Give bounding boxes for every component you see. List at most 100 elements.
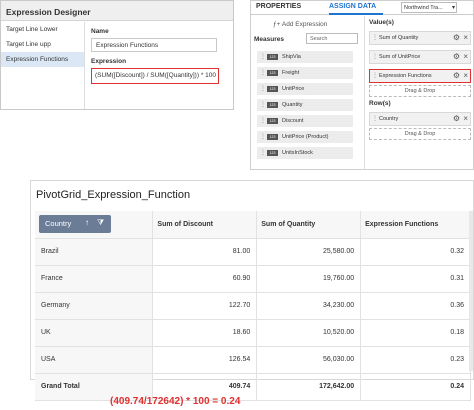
close-icon[interactable]: × [463, 114, 468, 123]
measure-field[interactable]: ⋮ 123 UnitPrice (Product) [257, 131, 353, 143]
value-chip-label: Sum of Quantity [379, 35, 419, 41]
function-icon: ƒ+ [273, 21, 281, 28]
measure-field[interactable]: ⋮ 123 Discount [257, 115, 353, 127]
cell[interactable]: 19,760.00 [256, 265, 362, 293]
drag-handle-icon: ⋮ [260, 150, 266, 156]
measure-field[interactable]: ⋮ 123 Quantity [257, 99, 353, 111]
drag-handle-icon: ⋮ [372, 73, 378, 79]
pivot-header-row: Country ↑ ⧩ Sum of Discount Sum of Quant… [35, 211, 471, 239]
country-field-button[interactable]: Country ↑ ⧩ [39, 215, 111, 234]
expression-list-item[interactable]: Target Line Lower [1, 22, 84, 37]
cell[interactable]: 0.31 [360, 265, 471, 293]
value-chip[interactable]: ⋮ Sum of Quantity ⚙ × [369, 31, 471, 45]
measure-name: Quantity [282, 102, 303, 108]
expression-list: Target Line Lower Target Line upp Expres… [1, 22, 85, 109]
expression-list-item[interactable]: Target Line upp [1, 37, 84, 52]
numeric-type-icon: 123 [267, 86, 278, 92]
measure-name: UnitsInStock [282, 150, 313, 156]
sort-arrow-icon[interactable]: ↑ [85, 218, 89, 227]
name-field[interactable]: Expression Functions [91, 38, 217, 52]
filter-icon[interactable]: ⧩ [97, 218, 104, 228]
cell[interactable]: 0.32 [360, 238, 471, 266]
close-icon[interactable]: × [463, 33, 468, 42]
measure-name: ShipVia [282, 54, 301, 60]
row-label: Germany [35, 292, 154, 320]
measure-name: Freight [282, 70, 300, 76]
values-label: Value(s) [369, 19, 394, 26]
table-row: UK 18.60 10,520.00 0.18 [35, 319, 471, 347]
row-label: France [35, 265, 154, 293]
measure-field[interactable]: ⋮ 123 UnitPrice [257, 83, 353, 95]
gear-icon[interactable]: ⚙ [453, 52, 460, 61]
cell[interactable]: 122.70 [152, 292, 258, 320]
datasource-dropdown[interactable]: Northwind Tra... ▾ [401, 2, 457, 13]
expression-field[interactable]: (SUM([Discount]) / SUM([Quantity])) * 10… [91, 68, 219, 84]
gear-icon[interactable]: ⚙ [453, 114, 460, 123]
cell[interactable]: 172,642.00 [256, 373, 362, 401]
column-header[interactable]: Sum of Quantity [256, 211, 362, 239]
values-drop-zone[interactable]: Drag & Drop [369, 85, 471, 97]
close-icon[interactable]: × [463, 71, 468, 80]
numeric-type-icon: 123 [267, 102, 278, 108]
gear-icon[interactable]: ⚙ [453, 71, 460, 80]
cell[interactable]: 0.18 [360, 319, 471, 347]
measure-field[interactable]: ⋮ 123 ShipVia [257, 51, 353, 63]
column-header[interactable]: Sum of Discount [152, 211, 258, 239]
add-expression-button[interactable]: ƒ+ Add Expression [273, 21, 364, 28]
pivot-table: Country ↑ ⧩ Sum of Discount Sum of Quant… [35, 211, 471, 401]
cell[interactable]: 34,230.00 [256, 292, 362, 320]
value-chip-highlighted[interactable]: ⋮ Expression Functions ⚙ × [369, 69, 471, 83]
cell[interactable]: 126.54 [152, 346, 258, 374]
numeric-type-icon: 123 [267, 54, 278, 60]
row-chip-label: Country [379, 116, 399, 122]
drag-handle-icon: ⋮ [372, 116, 378, 122]
expression-list-item-selected[interactable]: Expression Functions [1, 52, 84, 67]
tab-assign-data[interactable]: ASSIGN DATA [329, 3, 383, 15]
cell[interactable]: 0.23 [360, 346, 471, 374]
cell[interactable]: 60.90 [152, 265, 258, 293]
panel-tabs: PROPERTIES ASSIGN DATA Northwind Tra... … [251, 1, 473, 15]
add-expression-label: Add Expression [281, 21, 328, 28]
table-row: Brazil 81.00 25,580.00 0.32 [35, 238, 471, 266]
pivot-grid: PivotGrid_Expression_Function Country ↑ … [30, 180, 474, 401]
measures-search-input[interactable]: Search [306, 33, 358, 44]
measure-name: UnitPrice (Product) [282, 134, 329, 140]
tab-properties[interactable]: PROPERTIES [256, 3, 301, 10]
vertical-scrollbar[interactable] [469, 211, 473, 371]
datasource-label: Northwind Tra... [404, 5, 443, 11]
table-row: Germany 122.70 34,230.00 0.36 [35, 292, 471, 320]
drag-handle-icon: ⋮ [260, 86, 266, 92]
measure-field[interactable]: ⋮ 123 Freight [257, 67, 353, 79]
row-label: USA [35, 346, 154, 374]
properties-panel: PROPERTIES ASSIGN DATA Northwind Tra... … [250, 0, 474, 170]
expression-label: Expression [91, 58, 127, 65]
value-chip-label: Expression Functions [379, 73, 432, 79]
cell[interactable]: 81.00 [152, 238, 258, 266]
rows-drop-zone[interactable]: Drag & Drop [369, 128, 471, 140]
drag-handle-icon: ⋮ [260, 134, 266, 140]
drag-handle-icon: ⋮ [260, 102, 266, 108]
drag-handle-icon: ⋮ [372, 54, 378, 60]
table-row: France 60.90 19,760.00 0.31 [35, 265, 471, 293]
gear-icon[interactable]: ⚙ [453, 33, 460, 42]
grand-total-row: Grand Total 409.74 172,642.00 0.24 [35, 373, 471, 401]
row-chip[interactable]: ⋮ Country ⚙ × [369, 112, 471, 126]
close-icon[interactable]: × [463, 52, 468, 61]
cell[interactable]: 56,030.00 [256, 346, 362, 374]
drag-handle-icon: ⋮ [260, 54, 266, 60]
cell[interactable]: 25,580.00 [256, 238, 362, 266]
cell[interactable]: 0.24 [360, 373, 471, 401]
drag-handle-icon: ⋮ [372, 35, 378, 41]
numeric-type-icon: 123 [267, 150, 278, 156]
cell[interactable]: 10,520.00 [256, 319, 362, 347]
expression-designer-panel: Expression Designer Target Line Lower Ta… [0, 0, 234, 110]
column-header[interactable]: Expression Functions [360, 211, 471, 239]
cell[interactable]: 0.36 [360, 292, 471, 320]
measure-name: UnitPrice [282, 86, 305, 92]
value-chip[interactable]: ⋮ Sum of UnitPrice ⚙ × [369, 50, 471, 64]
numeric-type-icon: 123 [267, 118, 278, 124]
measure-field[interactable]: ⋮ 123 UnitsInStock [257, 147, 353, 159]
cell[interactable]: 18.60 [152, 319, 258, 347]
measures-section: ƒ+ Add Expression Measures Search ⋮ 123 Sh… [251, 16, 365, 169]
row-label: UK [35, 319, 154, 347]
